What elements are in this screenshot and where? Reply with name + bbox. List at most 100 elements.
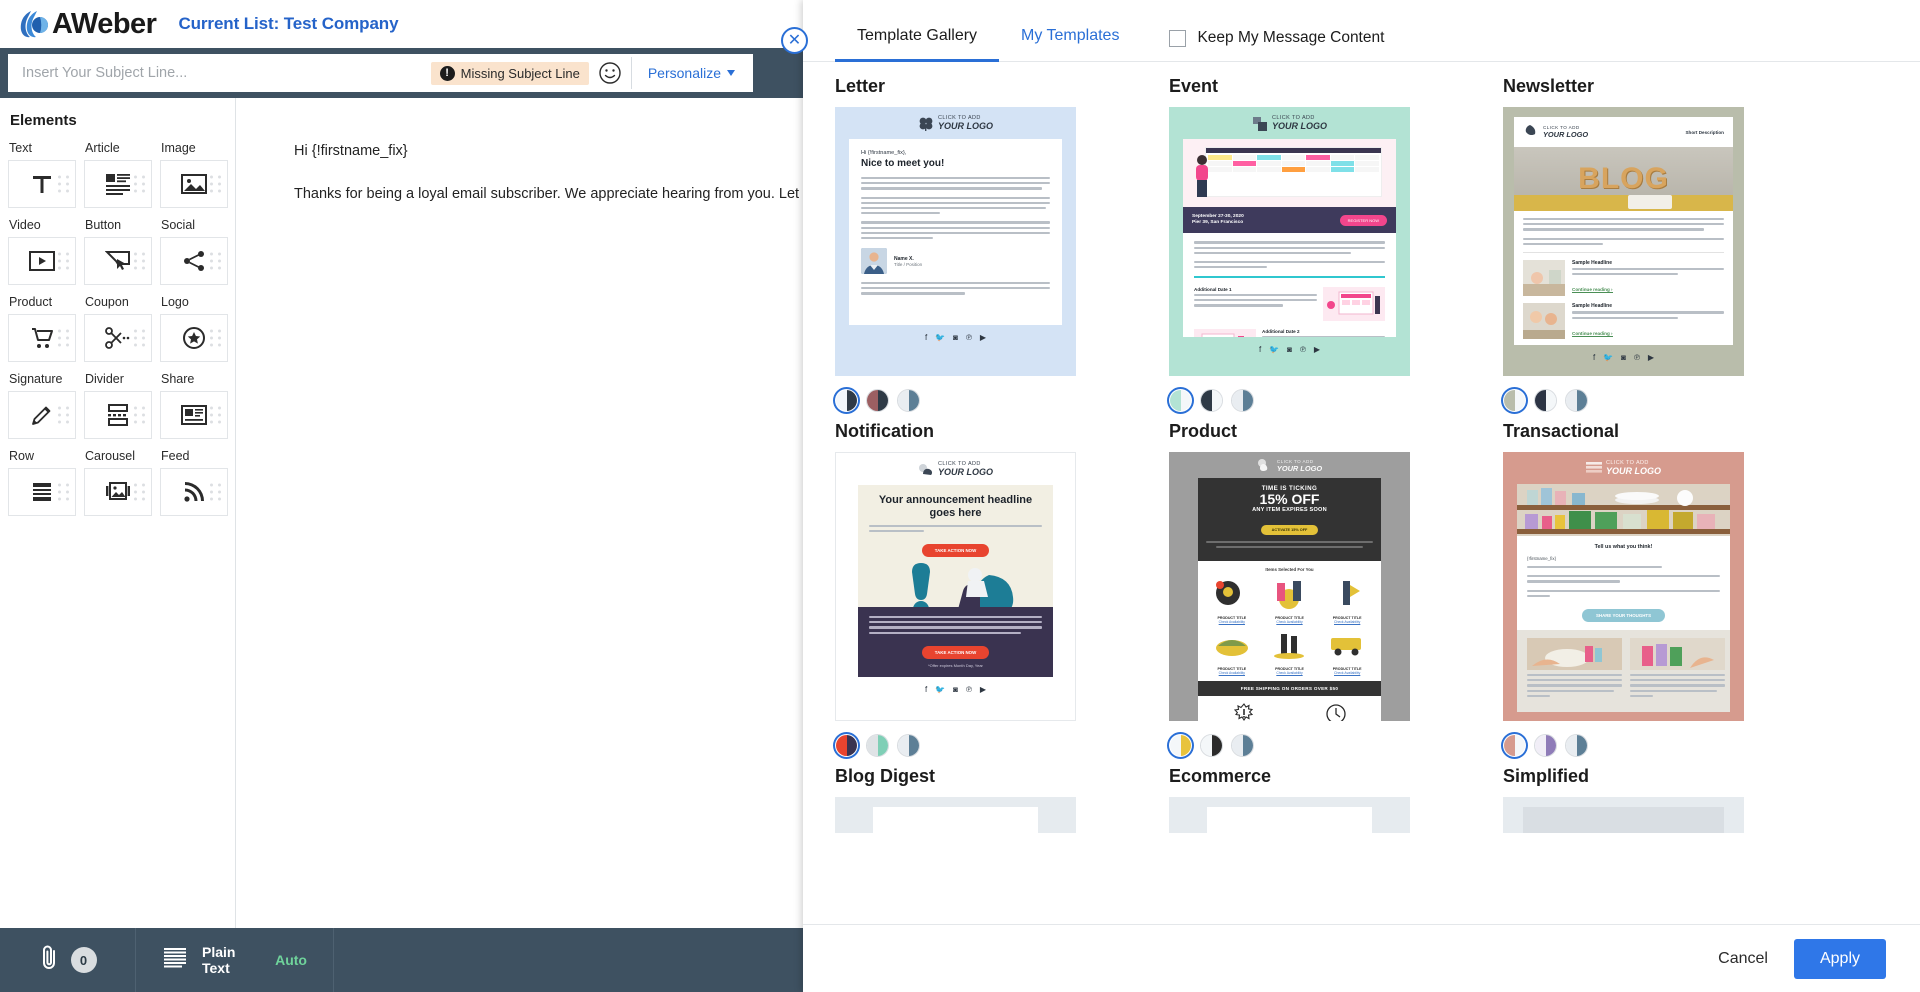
keep-content-row[interactable]: Keep My Message Content (1141, 29, 1384, 61)
aweber-logo[interactable]: AWeber (18, 8, 157, 40)
element-product[interactable]: Product (8, 295, 83, 362)
product-item[interactable]: PRODUCT TITLE Check Availability (1320, 577, 1374, 624)
element-tile[interactable] (160, 391, 228, 439)
element-tile[interactable] (8, 391, 76, 439)
swatch-option[interactable] (866, 389, 889, 412)
cancel-button[interactable]: Cancel (1718, 950, 1768, 968)
plain-text-button[interactable]: Plain Text Auto (136, 928, 334, 992)
drag-handle[interactable] (58, 329, 69, 347)
personalize-button[interactable]: Personalize (630, 57, 749, 89)
template-preview[interactable] (1503, 797, 1744, 833)
keep-content-checkbox[interactable] (1169, 29, 1187, 47)
element-tile[interactable] (84, 237, 152, 285)
drag-handle[interactable] (134, 329, 145, 347)
template-preview[interactable]: CLICK TO ADD YOUR LOGO (1503, 452, 1744, 721)
template-card-ecommerce[interactable]: Ecommerce (1169, 766, 1455, 833)
product-item[interactable]: PRODUCT TITLE Check Availability (1205, 628, 1259, 675)
template-card-notification[interactable]: Notification CLICK TO ADD YOUR LOGO Your… (835, 421, 1121, 758)
notification-cta-2[interactable]: TAKE ACTION NOW (921, 645, 990, 659)
element-tile[interactable] (160, 237, 228, 285)
event-cta[interactable]: REGISTER NOW (1339, 214, 1387, 226)
article-item[interactable]: Sample Headline Continue reading › (1523, 303, 1724, 340)
swatch-option[interactable] (1534, 734, 1557, 757)
element-tile[interactable] (8, 468, 76, 516)
element-signature[interactable]: Signature (8, 372, 83, 439)
swatch-option[interactable] (1231, 734, 1254, 757)
element-tile[interactable] (84, 160, 152, 208)
product-link[interactable]: Check Availability (1320, 620, 1374, 624)
product-link[interactable]: Check Availability (1205, 671, 1259, 675)
template-preview[interactable]: CLICK TO ADD YOUR LOGO (1169, 107, 1410, 376)
subject-input[interactable]: Insert Your Subject Line... (22, 65, 423, 81)
drag-handle[interactable] (210, 252, 221, 270)
element-button[interactable]: Button (84, 218, 159, 285)
drag-handle[interactable] (58, 252, 69, 270)
swatch-option[interactable] (1200, 734, 1223, 757)
attachments-button[interactable]: 0 (0, 928, 136, 992)
element-tile[interactable] (84, 391, 152, 439)
swatch-option[interactable] (1565, 389, 1588, 412)
drag-handle[interactable] (134, 483, 145, 501)
tab-my-templates[interactable]: My Templates (999, 27, 1141, 61)
element-tile[interactable] (160, 160, 228, 208)
element-tile[interactable] (84, 468, 152, 516)
tab-template-gallery[interactable]: Template Gallery (835, 27, 1000, 62)
element-row[interactable]: Row (8, 449, 83, 516)
template-card-letter[interactable]: Letter CLICK TO ADD YOUR LOGO Hi {!first… (835, 76, 1121, 413)
element-coupon[interactable]: Coupon (84, 295, 159, 362)
product-item[interactable]: PRODUCT TITLE Check Availability (1205, 577, 1259, 624)
swatch-option[interactable] (1503, 734, 1526, 757)
swatch-option[interactable] (1503, 389, 1526, 412)
element-text[interactable]: Text (8, 141, 83, 208)
product-item[interactable]: PRODUCT TITLE Check Availability (1263, 577, 1317, 624)
template-card-transactional[interactable]: Transactional CLICK TO ADD YOUR LOGO Tel… (1503, 421, 1789, 758)
swatch-option[interactable] (835, 734, 858, 757)
transactional-cta[interactable]: SHARE YOUR THOUGHTS (1581, 608, 1666, 622)
element-tile[interactable] (160, 468, 228, 516)
swatch-option[interactable] (1534, 389, 1557, 412)
template-preview[interactable]: CLICK TO ADD YOUR LOGO Short Description (1503, 107, 1744, 376)
article-link[interactable]: Continue reading › (1572, 287, 1613, 294)
drag-handle[interactable] (134, 175, 145, 193)
element-carousel[interactable]: Carousel (84, 449, 159, 516)
template-preview[interactable]: CLICK TO ADD YOUR LOGO Hi {!firstname_fi… (835, 107, 1076, 376)
element-article[interactable]: Article (84, 141, 159, 208)
drag-handle[interactable] (58, 483, 69, 501)
template-preview[interactable]: CLICK TO ADD YOUR LOGO Your announcement… (835, 452, 1076, 721)
element-social[interactable]: Social (160, 218, 235, 285)
swatch-option[interactable] (1200, 389, 1223, 412)
product-link[interactable]: Check Availability (1205, 620, 1259, 624)
template-card-product[interactable]: Product CLICK TO ADD YOUR LOGO TIME IS T… (1169, 421, 1455, 758)
swatch-option[interactable] (1231, 389, 1254, 412)
drag-handle[interactable] (210, 329, 221, 347)
element-logo[interactable]: Logo (160, 295, 235, 362)
template-card-simplified[interactable]: Simplified (1503, 766, 1789, 833)
element-image[interactable]: Image (160, 141, 235, 208)
swatch-option[interactable] (866, 734, 889, 757)
element-video[interactable]: Video (8, 218, 83, 285)
smiley-icon[interactable] (597, 60, 623, 86)
close-icon[interactable]: ✕ (781, 27, 808, 54)
template-preview[interactable] (1169, 797, 1410, 833)
template-card-newsletter[interactable]: Newsletter CLICK TO ADD YOUR LOGO Short … (1503, 76, 1789, 413)
gallery-scroll-area[interactable]: Letter CLICK TO ADD YOUR LOGO Hi {!first… (803, 62, 1920, 924)
element-tile[interactable] (8, 314, 76, 362)
element-divider[interactable]: Divider (84, 372, 159, 439)
element-share[interactable]: Share (160, 372, 235, 439)
template-card-event[interactable]: Event CLICK TO ADD YOUR LOGO September 2… (1169, 76, 1455, 413)
swatch-option[interactable] (835, 389, 858, 412)
banner-cta[interactable]: ACTIVATE 15% OFF (1260, 525, 1319, 536)
article-link[interactable]: Continue reading › (1572, 330, 1613, 337)
swatch-option[interactable] (1169, 734, 1192, 757)
product-link[interactable]: Check Availability (1320, 671, 1374, 675)
template-card-blog-digest[interactable]: Blog Digest (835, 766, 1121, 833)
notification-cta-1[interactable]: TAKE ACTION NOW (921, 544, 990, 558)
product-link[interactable]: Check Availability (1263, 620, 1317, 624)
swatch-option[interactable] (1565, 734, 1588, 757)
element-tile[interactable] (160, 314, 228, 362)
template-preview[interactable] (835, 797, 1076, 833)
swatch-option[interactable] (897, 734, 920, 757)
drag-handle[interactable] (210, 175, 221, 193)
swatch-option[interactable] (1169, 389, 1192, 412)
element-tile[interactable] (84, 314, 152, 362)
